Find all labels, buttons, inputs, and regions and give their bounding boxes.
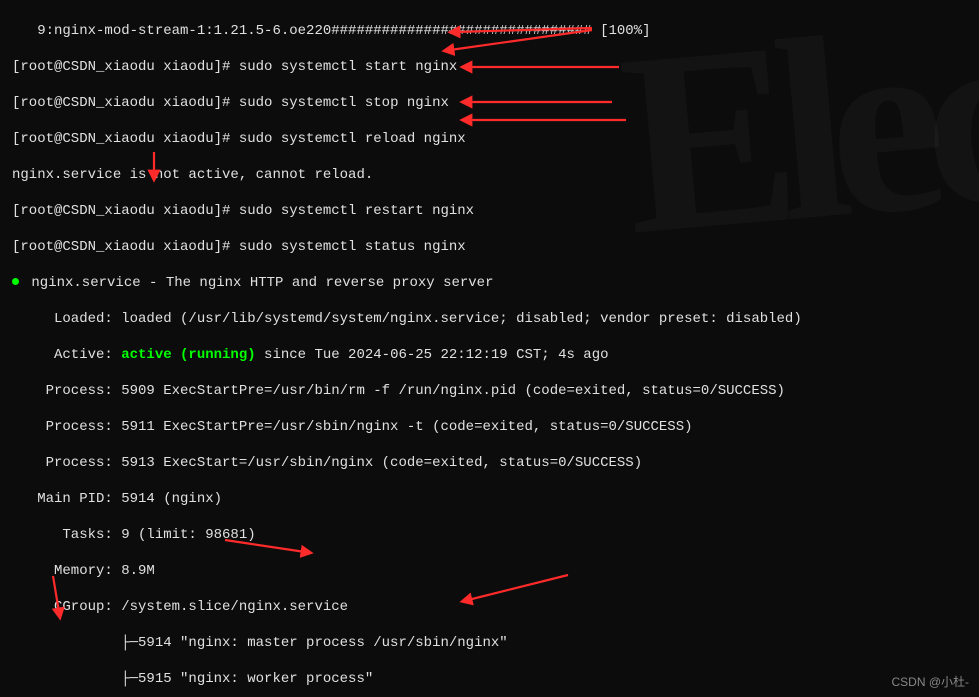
cmd-restart-nginx: [root@CSDN_xiaodu xiaodu]# sudo systemct… — [12, 202, 977, 220]
cmd-status-nginx: [root@CSDN_xiaodu xiaodu]# sudo systemct… — [12, 238, 977, 256]
command-text: sudo systemctl reload nginx — [239, 131, 466, 147]
status-cgroup: CGroup: /system.slice/nginx.service — [12, 598, 977, 616]
status-process-1: Process: 5909 ExecStartPre=/usr/bin/rm -… — [12, 382, 977, 400]
status-process-3: Process: 5913 ExecStart=/usr/sbin/nginx … — [12, 454, 977, 472]
install-progress-line: 9:nginx-mod-stream-1:1.21.5-6.oe220#####… — [12, 22, 977, 40]
prompt: [root@CSDN_xiaodu xiaodu]# — [12, 203, 239, 219]
prompt: [root@CSDN_xiaodu xiaodu]# — [12, 95, 239, 111]
status-memory: Memory: 8.9M — [12, 562, 977, 580]
command-text: sudo systemctl stop nginx — [239, 95, 449, 111]
command-text: sudo systemctl start nginx — [239, 59, 457, 75]
cgroup-tree-row: ├─5915 "nginx: worker process" — [12, 670, 977, 688]
cmd-reload-nginx: [root@CSDN_xiaodu xiaodu]# sudo systemct… — [12, 130, 977, 148]
status-title-text: nginx.service - The nginx HTTP and rever… — [23, 275, 493, 291]
status-main-pid: Main PID: 5914 (nginx) — [12, 490, 977, 508]
active-label: Active: — [12, 347, 121, 363]
reload-error: nginx.service is not active, cannot relo… — [12, 166, 977, 184]
command-text: sudo systemctl status nginx — [239, 239, 466, 255]
cmd-start-nginx: [root@CSDN_xiaodu xiaodu]# sudo systemct… — [12, 58, 977, 76]
status-title: nginx.service - The nginx HTTP and rever… — [12, 274, 977, 292]
status-loaded: Loaded: loaded (/usr/lib/systemd/system/… — [12, 310, 977, 328]
cgroup-tree-row: ├─5914 "nginx: master process /usr/sbin/… — [12, 634, 977, 652]
status-active: Active: active (running) since Tue 2024-… — [12, 346, 977, 364]
active-since: since Tue 2024-06-25 22:12:19 CST; 4s ag… — [256, 347, 609, 363]
command-text: sudo systemctl restart nginx — [239, 203, 474, 219]
credit-text: CSDN @小杜- — [891, 673, 969, 691]
prompt: [root@CSDN_xiaodu xiaodu]# — [12, 239, 239, 255]
status-dot-icon — [12, 278, 19, 285]
status-tasks: Tasks: 9 (limit: 98681) — [12, 526, 977, 544]
status-process-2: Process: 5911 ExecStartPre=/usr/sbin/ngi… — [12, 418, 977, 436]
cmd-stop-nginx: [root@CSDN_xiaodu xiaodu]# sudo systemct… — [12, 94, 977, 112]
prompt: [root@CSDN_xiaodu xiaodu]# — [12, 131, 239, 147]
terminal-output: 9:nginx-mod-stream-1:1.21.5-6.oe220#####… — [0, 0, 979, 697]
active-running: active (running) — [121, 347, 255, 363]
prompt: [root@CSDN_xiaodu xiaodu]# — [12, 59, 239, 75]
